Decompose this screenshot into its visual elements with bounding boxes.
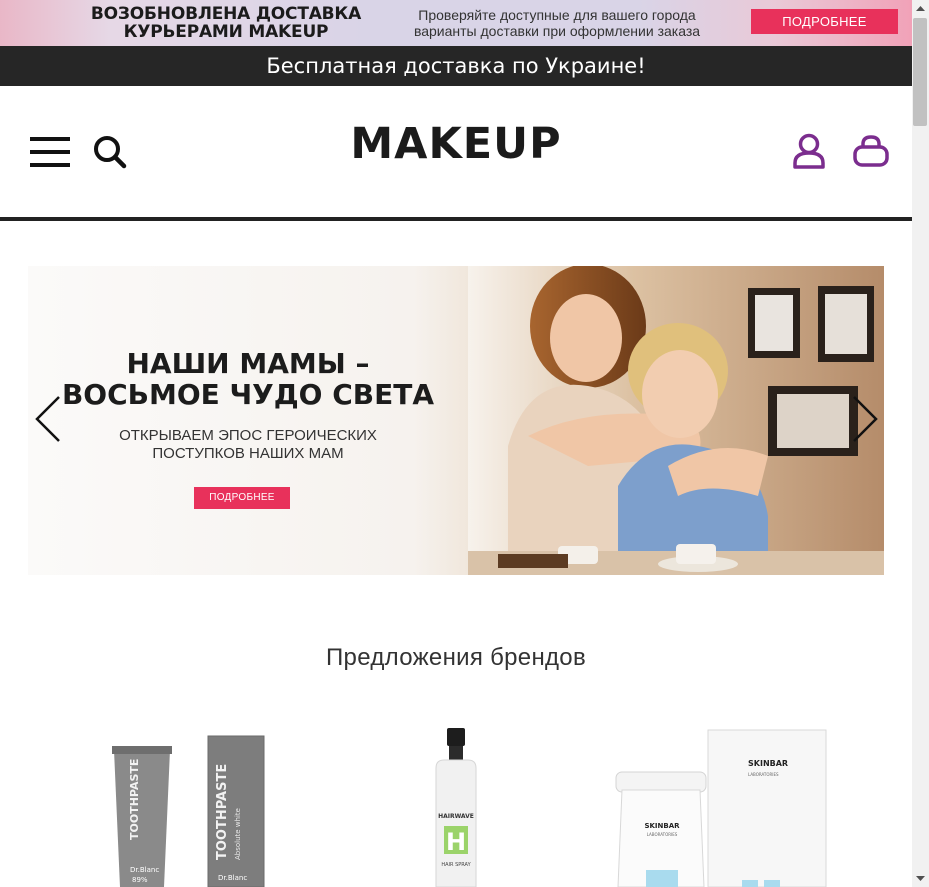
- menu-icon[interactable]: [30, 137, 70, 167]
- hero-photo: [468, 266, 884, 575]
- hero-subtitle: ОТКРЫВАЕМ ЭПОС ГЕРОИЧЕСКИХ ПОСТУПКОВ НАШ…: [119, 427, 377, 462]
- scrollbar-thumb[interactable]: [913, 18, 927, 126]
- drblanc-tube-label: TOOTHPASTE: [128, 759, 141, 840]
- promo-title: ВОЗОБНОВЛЕНА ДОСТАВКА КУРЬЕРАМИ MAKEUP: [90, 4, 362, 42]
- scrollbar-track[interactable]: [912, 0, 929, 887]
- page: ВОЗОБНОВЛЕНА ДОСТАВКА КУРЬЕРАМИ MAKEUP П…: [0, 0, 929, 887]
- scroll-up-arrow-icon[interactable]: [912, 0, 929, 17]
- skinbar-box-brand: SKINBAR: [748, 759, 788, 768]
- hero-title: НАШИ МАМЫ – ВОСЬМОЕ ЧУДО СВЕТА: [61, 347, 435, 411]
- chevron-right-icon[interactable]: [850, 395, 880, 443]
- promo-banner[interactable]: ВОЗОБНОВЛЕНА ДОСТАВКА КУРЬЕРАМИ MAKEUP П…: [0, 0, 912, 46]
- drblanc-tube-brand: Dr.Blanc: [130, 866, 159, 874]
- hero-slider[interactable]: НАШИ МАМЫ – ВОСЬМОЕ ЧУДО СВЕТА ОТКРЫВАЕМ…: [28, 266, 884, 575]
- drblanc-badge: 89%: [132, 876, 148, 884]
- brand-card-hairwave[interactable]: HAIRWAVE H HAIR SPRAY: [420, 720, 492, 887]
- chevron-left-icon[interactable]: [33, 395, 63, 443]
- promo-text: Проверяйте доступные для вашего города в…: [413, 7, 701, 39]
- site-header: MAKEUP: [0, 86, 912, 221]
- brand-card-drblanc[interactable]: TOOTHPASTE Dr.Blanc 89% TOOTHPASTE Absol…: [100, 720, 280, 887]
- drblanc-box-variant: Absolute white: [234, 808, 242, 860]
- brand-card-skinbar[interactable]: SKINBAR LABORATORIES SKINBAR LABORATORIE…: [606, 720, 832, 887]
- account-icon[interactable]: [792, 133, 826, 169]
- hairwave-product: HAIR SPRAY: [441, 862, 471, 868]
- skinbar-jar-brand: SKINBAR: [644, 822, 680, 830]
- drblanc-box-label: TOOTHPASTE: [215, 764, 230, 860]
- search-icon[interactable]: [92, 134, 128, 170]
- hairwave-brand: HAIRWAVE: [438, 813, 474, 820]
- promo-more-button[interactable]: ПОДРОБНЕЕ: [751, 9, 898, 34]
- skinbar-box-sub: LABORATORIES: [748, 772, 779, 777]
- drblanc-box-brand: Dr.Blanc: [218, 874, 247, 882]
- logo[interactable]: MAKEUP: [330, 116, 582, 172]
- scroll-down-arrow-icon[interactable]: [912, 870, 929, 887]
- skinbar-jar-sub: LABORATORIES: [647, 832, 678, 837]
- brands-section-title: Предложения брендов: [326, 644, 586, 671]
- hero-more-button[interactable]: ПОДРОБНЕЕ: [194, 487, 290, 509]
- hairwave-letter: H: [446, 828, 466, 856]
- cart-icon[interactable]: [853, 135, 889, 167]
- free-shipping-bar: Бесплатная доставка по Украине!: [0, 46, 912, 86]
